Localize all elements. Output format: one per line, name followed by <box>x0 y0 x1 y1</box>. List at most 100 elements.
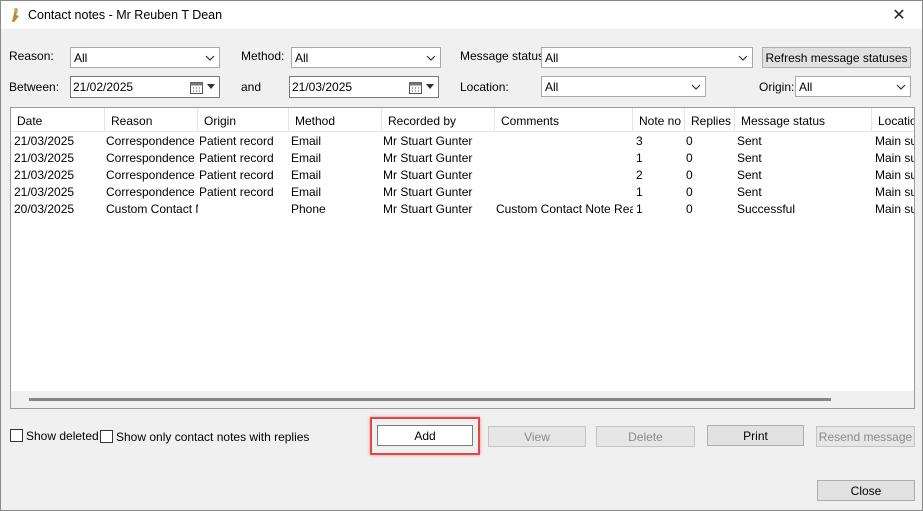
cell-reason: Correspondence In <box>106 151 198 165</box>
add-button[interactable]: Add <box>377 425 473 446</box>
cell-note-no: 1 <box>636 202 643 216</box>
cell-recorded-by: Mr Stuart Gunter <box>383 151 473 165</box>
cell-reason: Correspondence In <box>106 134 198 148</box>
cell-location: Main sur <box>875 185 914 199</box>
title-bar: Contact notes - Mr Reuben T Dean ✕ <box>1 1 922 29</box>
cell-date: 20/03/2025 <box>14 202 75 216</box>
cell-method: Email <box>291 185 322 199</box>
cell-note-no: 2 <box>636 168 643 182</box>
column-header-note-no[interactable]: Note no <box>633 108 685 132</box>
column-header-method[interactable]: Method <box>289 108 382 132</box>
cell-recorded-by: Mr Stuart Gunter <box>383 202 473 216</box>
cell-replies: 0 <box>686 185 693 199</box>
cell-date: 21/03/2025 <box>14 185 75 199</box>
between-date-value: 21/02/2025 <box>73 80 134 94</box>
location-label: Location: <box>460 80 509 94</box>
column-header-comments[interactable]: Comments <box>495 108 633 132</box>
table-row[interactable]: 21/03/2025 Correspondence In Patient recor… <box>11 150 914 167</box>
chevron-down-icon <box>426 55 436 61</box>
show-deleted-checkbox[interactable] <box>10 429 23 442</box>
column-header-replies[interactable]: Replies <box>685 108 735 132</box>
message-status-label: Message status: <box>460 49 548 63</box>
cell-reason: Correspondence In <box>106 185 198 199</box>
message-status-dropdown[interactable]: All <box>541 47 753 68</box>
method-dropdown[interactable]: All <box>291 47 441 68</box>
between-date-picker[interactable]: 21/02/2025 <box>70 76 220 98</box>
cell-recorded-by: Mr Stuart Gunter <box>383 185 473 199</box>
cell-method: Email <box>291 134 322 148</box>
show-replies-checkbox[interactable] <box>100 430 113 443</box>
cell-location: Main sur <box>875 151 914 165</box>
cell-origin: Patient record <box>199 185 274 199</box>
chevron-down-icon <box>738 55 748 61</box>
table-row[interactable]: 21/03/2025 Correspondence In Patient recor… <box>11 184 914 201</box>
message-status-value: All <box>545 50 559 65</box>
cell-message-status: Sent <box>737 134 762 148</box>
cell-comments: Custom Contact Note Reasor <box>496 202 633 216</box>
cell-location: Main sur <box>875 202 914 216</box>
and-date-picker[interactable]: 21/03/2025 <box>289 76 439 98</box>
cell-location: Main sur <box>875 134 914 148</box>
column-header-origin[interactable]: Origin <box>198 108 289 132</box>
print-button[interactable]: Print <box>707 425 804 446</box>
view-button[interactable]: View <box>488 426 586 447</box>
delete-button[interactable]: Delete <box>596 426 695 447</box>
cell-method: Phone <box>291 202 326 216</box>
cell-message-status: Sent <box>737 168 762 182</box>
cell-replies: 0 <box>686 202 693 216</box>
refresh-message-statuses-button[interactable]: Refresh message statuses <box>762 47 911 68</box>
column-header-date[interactable]: Date <box>11 108 105 132</box>
cell-reason: Correspondence In <box>106 168 198 182</box>
cell-note-no: 3 <box>636 134 643 148</box>
chevron-down-icon <box>205 55 215 61</box>
calendar-dropdown-icon[interactable] <box>426 84 434 89</box>
close-button[interactable]: Close <box>817 480 915 501</box>
and-date-value: 21/03/2025 <box>292 80 353 94</box>
horizontal-scrollbar[interactable] <box>11 391 914 408</box>
cell-message-status: Sent <box>737 151 762 165</box>
calendar-icon[interactable] <box>190 81 203 94</box>
table-row[interactable]: 20/03/2025 Custom Contact No Phone Mr Stuar… <box>11 201 914 218</box>
column-header-reason[interactable]: Reason <box>105 108 198 132</box>
chevron-down-icon <box>896 84 906 90</box>
origin-dropdown[interactable]: All <box>795 76 911 97</box>
show-deleted-label: Show deleted <box>26 429 99 443</box>
origin-value: All <box>799 79 813 94</box>
cell-message-status: Sent <box>737 185 762 199</box>
column-header-recorded-by[interactable]: Recorded by <box>382 108 495 132</box>
location-value: All <box>545 79 559 94</box>
table-row[interactable]: 21/03/2025 Correspondence In Patient recor… <box>11 167 914 184</box>
cell-method: Email <box>291 168 322 182</box>
reason-dropdown[interactable]: All <box>70 47 220 68</box>
cell-method: Email <box>291 151 322 165</box>
scrollbar-thumb[interactable] <box>29 398 831 401</box>
origin-label: Origin: <box>759 80 795 94</box>
column-header-message-status[interactable]: Message status <box>735 108 872 132</box>
cell-recorded-by: Mr Stuart Gunter <box>383 168 473 182</box>
cell-origin: Patient record <box>199 168 274 182</box>
calendar-icon[interactable] <box>409 81 422 94</box>
cell-origin: Patient record <box>199 134 274 148</box>
cell-recorded-by: Mr Stuart Gunter <box>383 134 473 148</box>
window-title: Contact notes - Mr Reuben T Dean <box>28 8 223 22</box>
contact-notes-table: Date Reason Origin Method Recorded by Comment… <box>10 107 915 409</box>
location-dropdown[interactable]: All <box>541 76 706 97</box>
table-row[interactable]: 21/03/2025 Correspondence In Patient recor… <box>11 133 914 150</box>
cell-message-status: Successful <box>737 202 796 216</box>
between-label: Between: <box>9 80 60 94</box>
column-header-location[interactable]: Locatio <box>872 108 914 132</box>
cell-date: 21/03/2025 <box>14 168 75 182</box>
cell-date: 21/03/2025 <box>14 134 75 148</box>
calendar-dropdown-icon[interactable] <box>207 84 215 89</box>
window-close-icon[interactable]: ✕ <box>876 1 922 29</box>
reason-value: All <box>74 50 88 65</box>
reason-label: Reason: <box>9 49 54 63</box>
cell-replies: 0 <box>686 151 693 165</box>
cell-note-no: 1 <box>636 151 643 165</box>
show-replies-label: Show only contact notes with replies <box>116 430 310 444</box>
cell-replies: 0 <box>686 134 693 148</box>
cell-date: 21/03/2025 <box>14 151 75 165</box>
resend-message-button[interactable]: Resend message <box>816 426 915 447</box>
cell-location: Main sur <box>875 168 914 182</box>
cell-origin: Patient record <box>199 151 274 165</box>
